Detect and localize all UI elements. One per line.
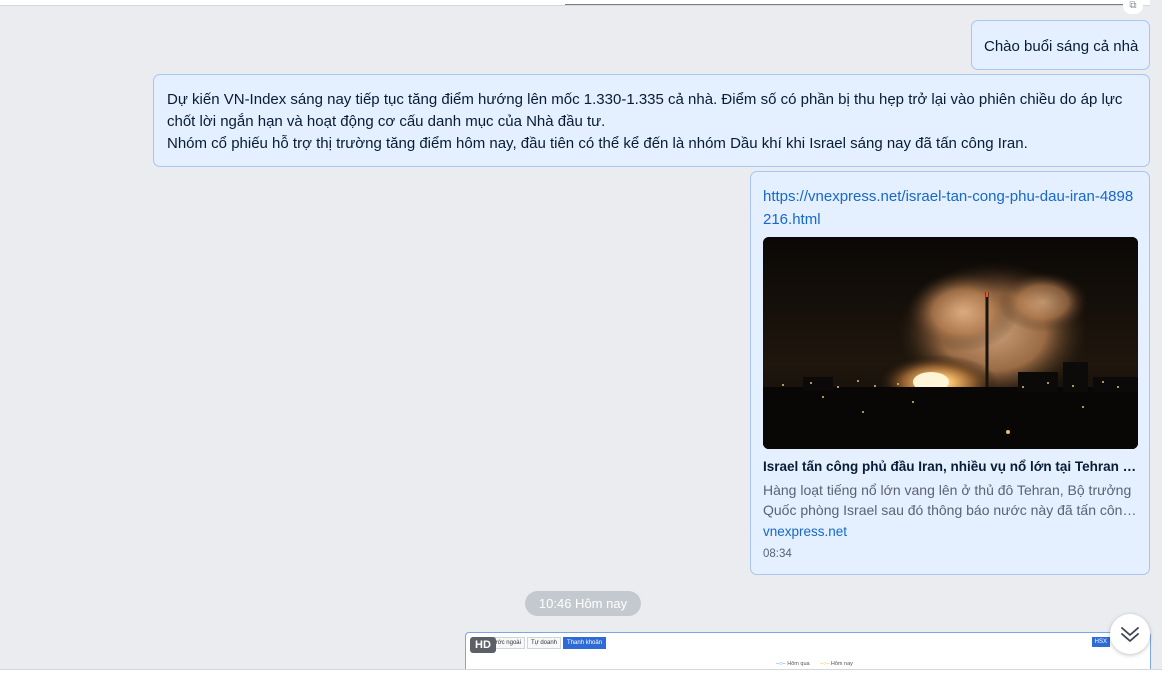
chat-window: ⧉ Chào buổi sáng cả nhà Dự kiến VN-Index…	[0, 0, 1168, 677]
hd-badge: HD	[470, 637, 496, 653]
message-bubble-link[interactable]: https://vnexpress.net/israel-tan-cong-ph…	[750, 171, 1150, 575]
copy-icon[interactable]: ⧉	[1123, 0, 1143, 14]
message-paragraph: Dự kiến VN-Index sáng nay tiếp tục tăng …	[167, 91, 1123, 130]
image-legend: −○− Hôm qua −○− Hôm nay	[776, 660, 863, 668]
scroll-to-bottom-button[interactable]	[1110, 614, 1150, 654]
image-exchange-label: HSX	[1091, 637, 1110, 647]
message-bubble-greeting[interactable]: Chào buổi sáng cả nhà	[971, 20, 1150, 70]
link-description: Hàng loạt tiếng nổ lớn vang lên ở thủ đô…	[763, 480, 1139, 520]
link-url[interactable]: https://vnexpress.net/israel-tan-cong-ph…	[763, 185, 1141, 231]
link-domain[interactable]: vnexpress.net	[763, 523, 847, 541]
scrollbar-track[interactable]	[1162, 0, 1168, 677]
link-description-line: Quốc phòng Israel sau đó thông báo nước …	[763, 502, 1139, 518]
message-bubble-market[interactable]: Dự kiến VN-Index sáng nay tiếp tục tăng …	[153, 74, 1150, 167]
legend-label: Hôm nay	[830, 661, 853, 667]
legend-yellow-icon: −○−	[819, 661, 830, 667]
message-text: Chào buổi sáng cả nhà	[984, 38, 1139, 55]
top-input-strip	[0, 0, 1150, 6]
top-divider	[565, 4, 1125, 5]
link-description-line: Hàng loạt tiếng nổ lớn vang lên ở thủ đô…	[763, 482, 1132, 498]
bottom-input-bar	[0, 669, 1168, 677]
legend-label: Hôm qua	[787, 661, 810, 667]
date-separator: 10:46 Hôm nay	[525, 591, 641, 616]
link-title[interactable]: Israel tấn công phủ đầu Iran, nhiều vụ n…	[763, 458, 1139, 476]
image-tab-active: Thanh khoản	[563, 637, 607, 649]
message-paragraph: Nhóm cổ phiếu hỗ trợ thị trường tăng điể…	[167, 135, 1028, 152]
legend-blue-icon: −○−	[776, 661, 786, 667]
link-preview-image[interactable]	[763, 237, 1138, 449]
message-timestamp: 08:34	[763, 548, 792, 560]
double-chevron-down-icon	[1121, 627, 1139, 642]
image-tab: Tự doanh	[526, 637, 562, 649]
